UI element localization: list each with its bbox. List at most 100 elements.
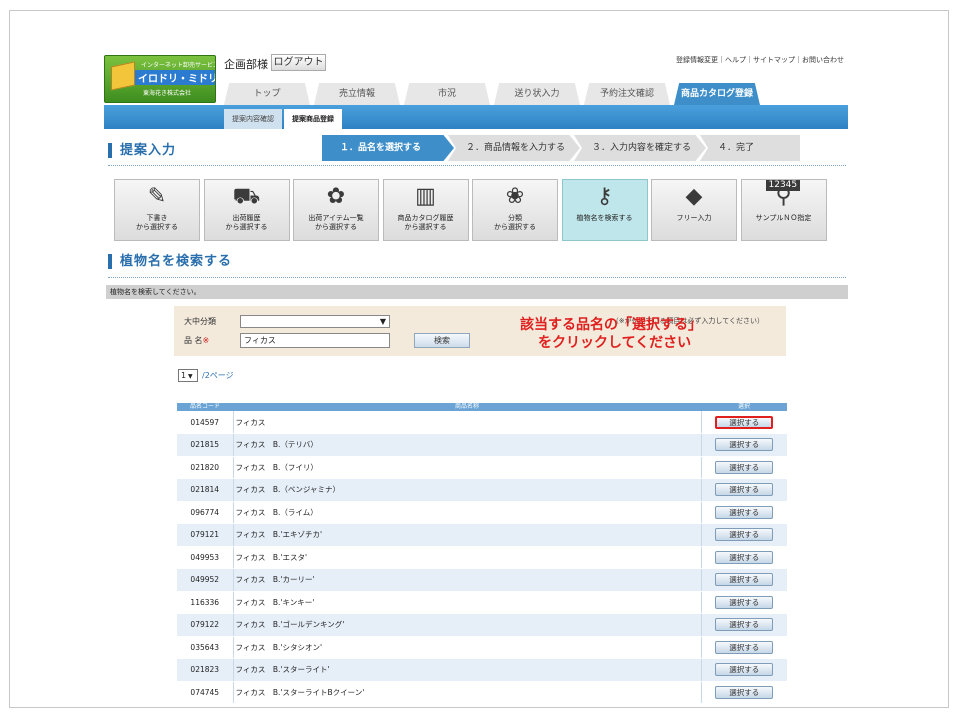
key-icon: ⚷ — [596, 184, 613, 209]
header-name: 商品名称 — [233, 403, 701, 411]
method-button-0[interactable]: ✎ 下書き から選択する — [114, 179, 200, 241]
table-row: 049953 フィカス B.'エスタ' 選択する — [177, 546, 787, 569]
chevron-down-icon: ▼ — [379, 317, 386, 326]
select-button[interactable]: 選択する — [715, 483, 774, 497]
select-button[interactable]: 選択する — [715, 663, 774, 677]
sub-tabs: 提案内容確認 提案商品登録 — [224, 109, 344, 129]
method-label: 下書き から選択する — [136, 214, 178, 231]
divider — [108, 277, 846, 278]
page-total-link[interactable]: /2ページ — [202, 370, 234, 381]
product-code: 014597 — [177, 411, 233, 434]
product-name: フィカス B.（ベンジャミナ） — [232, 478, 701, 502]
product-code: 079122 — [177, 613, 233, 637]
results-table: 品名コード 商品名称 選択 014597 フィカス 選択する 021815 フィカス B… — [177, 403, 787, 704]
category-select[interactable]: ▼ — [240, 315, 390, 328]
method-button-1[interactable]: ⛟ 出荷履歴 から選択する — [203, 179, 290, 241]
product-name: フィカス B.'スターライト' — [232, 658, 701, 682]
method-label: サンプルＮＯ指定 — [755, 214, 812, 222]
product-name: フィカス B.（フイリ） — [232, 456, 701, 479]
search-title: 植物名を検索する — [108, 254, 232, 269]
search-button[interactable]: 検索 — [414, 333, 470, 348]
table-row: 074745 フィカス B.'スターライトBクイーン' 選択する — [177, 681, 787, 704]
required-mark: ※ — [202, 336, 210, 345]
nav-bar — [104, 105, 848, 129]
select-button[interactable]: 選択する — [715, 640, 774, 654]
product-code: 049952 — [177, 568, 233, 592]
step-4: ４．完了 — [700, 135, 800, 161]
sample-badge: 12345 — [765, 180, 801, 191]
select-button[interactable]: 選択する — [715, 528, 774, 542]
method-button-3[interactable]: ▥ 商品カタログ履歴 から選択する — [382, 179, 469, 241]
select-button[interactable]: 選択する — [715, 618, 774, 632]
table-row: 096774 フィカス B.（ライム） 選択する — [177, 501, 787, 524]
logo-line2: イロドリ・ミドリ — [135, 70, 215, 85]
method-button-7[interactable]: ⚲ 12345 サンプルＮＯ指定 — [740, 179, 827, 241]
step-progress: １．品名を選択する ２．商品情報を入力する ３．入力内容を確定する ４．完了 — [322, 135, 800, 161]
web-page: インターネット卸売サービス イロドリ・ミドリ 東海花き株式会社 企画部様 ログア… — [94, 39, 848, 704]
subtab-0[interactable]: 提案内容確認 — [224, 109, 282, 129]
select-button[interactable]: 選択する — [715, 415, 774, 429]
instruction-bar: 植物名を検索してください。 — [106, 285, 848, 299]
method-button-4[interactable]: ❀ 分類 から選択する — [472, 179, 558, 241]
instruction-callout: 該当する品名の「選択する」 をクリックしてください — [520, 316, 760, 352]
product-code: 074745 — [177, 681, 233, 704]
table-row: 035643 フィカス B.'シタシオン' 選択する — [177, 636, 787, 659]
slide-frame: インターネット卸売サービス イロドリ・ミドリ 東海花き株式会社 企画部様 ログア… — [9, 10, 949, 708]
select-cell: 選択する — [700, 681, 787, 704]
product-name: フィカス B.'ゴールデンキング' — [232, 613, 701, 637]
product-code: 096774 — [177, 501, 233, 524]
select-button[interactable]: 選択する — [715, 685, 774, 699]
select-cell: 選択する — [700, 433, 787, 457]
product-code: 021815 — [177, 433, 233, 457]
tab-5[interactable]: 商品カタログ登録 — [674, 83, 760, 105]
tab-4[interactable]: 予約注文確認 — [584, 83, 670, 105]
select-button[interactable]: 選択する — [715, 595, 774, 609]
step-1: １．品名を選択する — [322, 135, 454, 161]
truck-icon: ⛟ — [232, 184, 261, 209]
tab-1[interactable]: 売立情報 — [314, 83, 400, 105]
product-name: フィカス — [232, 411, 701, 434]
method-button-5[interactable]: ⚷ 植物名を検索する — [561, 179, 648, 241]
logout-button[interactable]: ログアウト — [271, 54, 326, 71]
method-label: 出荷履歴 から選択する — [225, 214, 268, 231]
table-row: 021815 フィカス B.（テリバ） 選択する — [177, 433, 787, 457]
product-name: フィカス B.（ライム） — [232, 501, 701, 524]
select-button[interactable]: 選択する — [715, 550, 774, 564]
name-label: 品 名※ — [184, 336, 210, 345]
subtab-1[interactable]: 提案商品登録 — [284, 109, 342, 129]
method-button-6[interactable]: ◆ フリー入力 — [651, 179, 737, 241]
select-button[interactable]: 選択する — [715, 573, 774, 587]
logo-line1: インターネット卸売サービス — [141, 62, 216, 69]
tab-3[interactable]: 送り状入力 — [494, 83, 580, 105]
site-logo[interactable]: インターネット卸売サービス イロドリ・ミドリ 東海花き株式会社 — [104, 55, 216, 103]
product-name: フィカス B.'エキゾチカ' — [232, 523, 701, 547]
logo-cube-icon — [111, 61, 135, 91]
select-button[interactable]: 選択する — [715, 460, 774, 474]
table-row: 079122 フィカス B.'ゴールデンキング' 選択する — [177, 613, 787, 637]
product-name: フィカス B.'エスタ' — [232, 546, 701, 569]
table-row: 021814 フィカス B.（ベンジャミナ） 選択する — [177, 478, 787, 502]
tab-0[interactable]: トップ — [224, 83, 310, 105]
select-button[interactable]: 選択する — [715, 505, 774, 519]
top-links[interactable]: 登録情報変更｜ヘルプ｜サイトマップ｜お問い合わせ — [676, 55, 844, 65]
tab-2[interactable]: 市況 — [404, 83, 490, 105]
logo-line3: 東海花き株式会社 — [143, 90, 192, 97]
name-input[interactable]: フィカス — [240, 333, 390, 348]
method-button-2[interactable]: ✿ 出荷アイテム一覧 から選択する — [293, 179, 379, 241]
flower-cart-icon: ✿ — [326, 184, 346, 209]
header-code: 品名コード — [177, 403, 233, 411]
product-name: フィカス B.'スターライトBクイーン' — [232, 681, 701, 704]
category-label: 大中分類 — [184, 317, 216, 326]
step-3: ３．入力内容を確定する — [574, 135, 706, 161]
select-cell: 選択する — [700, 613, 787, 637]
page-select[interactable]: 1 ▼ — [178, 369, 198, 382]
product-code: 021820 — [177, 456, 233, 479]
proposal-title: 提案入力 — [108, 143, 176, 158]
table-row: 021820 フィカス B.（フイリ） 選択する — [177, 456, 787, 479]
user-name: 企画部様 — [224, 58, 268, 71]
table-row: 079121 フィカス B.'エキゾチカ' 選択する — [177, 523, 787, 547]
select-button[interactable]: 選択する — [715, 438, 774, 452]
method-buttons: ✎ 下書き から選択する ⛟ 出荷履歴 から選択する ✿ 出荷アイテム一覧 から選択する ▥… — [114, 179, 830, 241]
callout-line1: 該当する品名の「選択する」 — [520, 317, 702, 333]
flower-icon: ❀ — [505, 184, 525, 209]
